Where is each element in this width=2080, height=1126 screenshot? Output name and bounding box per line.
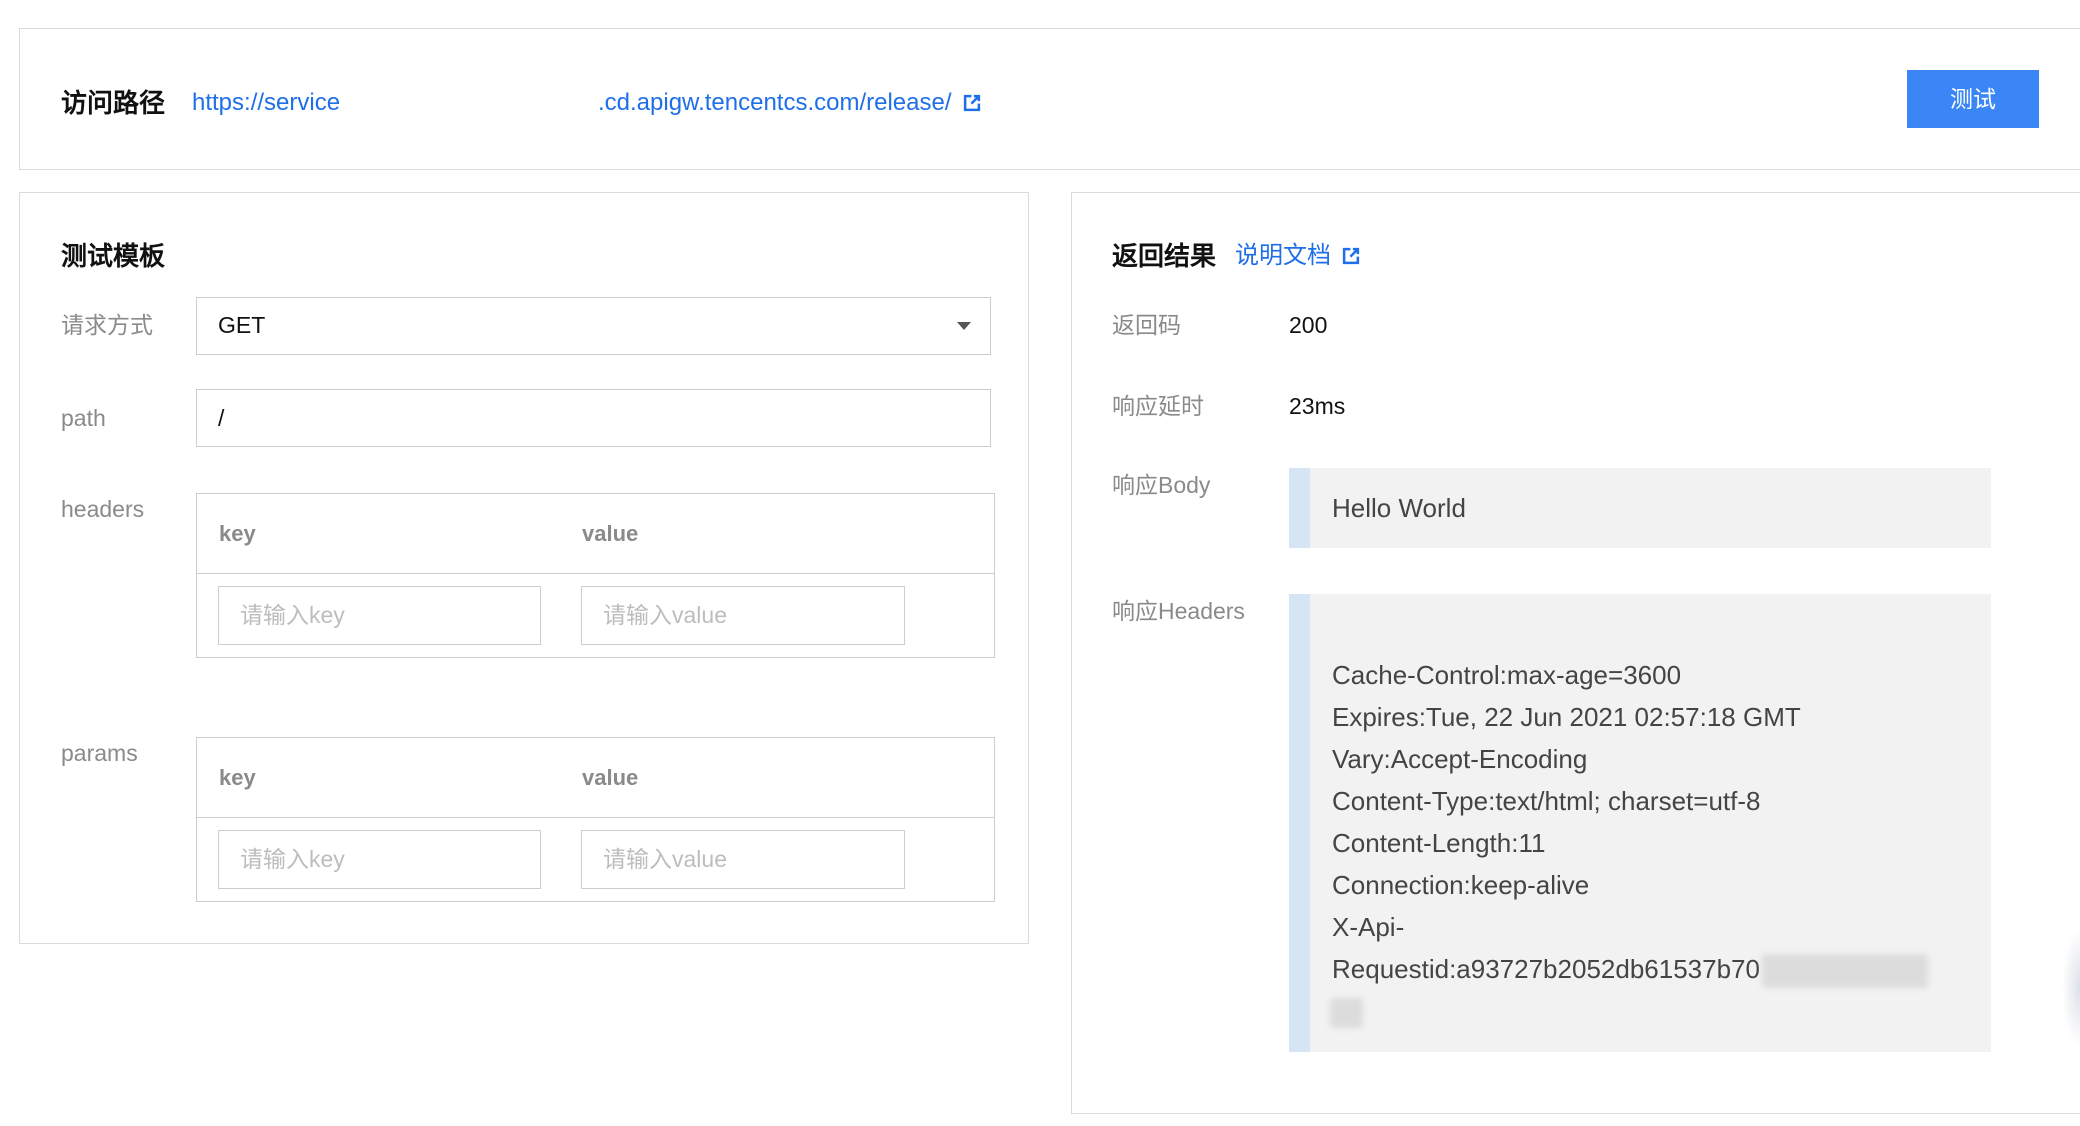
latency-label: 响应延时 (1112, 393, 1204, 419)
test-button[interactable]: 测试 (1907, 70, 2039, 128)
response-headers-box: Cache-Control:max-age=3600 Expires:Tue, … (1289, 594, 1991, 1052)
header-line: Content-Length:11 (1332, 828, 1546, 858)
redacted-blur (1761, 954, 1928, 989)
doc-link[interactable]: 说明文档 (1235, 239, 1331, 273)
redacted-blur (1330, 998, 1363, 1029)
method-label: 请求方式 (61, 312, 153, 338)
header-line-redacted (1330, 990, 1969, 1032)
status-code-label: 返回码 (1112, 312, 1181, 338)
params-value-input[interactable] (581, 830, 905, 889)
header-line: Vary:Accept-Encoding (1332, 744, 1588, 774)
headers-label: headers (61, 496, 145, 522)
external-link-icon[interactable] (962, 93, 982, 113)
headers-key-input[interactable] (218, 586, 541, 645)
headers-table-header: key value (197, 494, 994, 574)
header-line: Requestid:a93727b2052db61537b70 (1332, 954, 1760, 984)
header-line: X-Api- (1332, 912, 1405, 942)
test-template-title: 测试模板 (61, 241, 166, 271)
chevron-down-icon (956, 321, 972, 331)
headers-value-input[interactable] (581, 586, 905, 645)
header-line: Cache-Control:max-age=3600 (1332, 660, 1682, 690)
response-body-label: 响应Body (1112, 472, 1211, 498)
access-url-suffix-group: .cd.apigw.tencentcs.com/release/ (598, 86, 982, 120)
headers-table: key value (196, 493, 995, 658)
headers-value-column: value (582, 521, 639, 546)
response-body-text: Hello World (1332, 493, 1466, 523)
method-select-value: GET (218, 312, 266, 338)
status-code-value: 200 (1289, 312, 1328, 338)
path-input[interactable] (196, 389, 991, 447)
header-line: Expires:Tue, 22 Jun 2021 02:57:18 GMT (1332, 702, 1801, 732)
path-label: path (61, 405, 106, 431)
doc-link-group: 说明文档 (1235, 239, 1361, 273)
response-body-box: Hello World (1289, 468, 1991, 548)
params-table-header: key value (197, 738, 994, 818)
result-header: 返回结果 说明文档 (1112, 238, 1361, 274)
method-select[interactable]: GET (196, 297, 991, 355)
params-value-column: value (582, 765, 639, 790)
headers-key-column: key (219, 521, 256, 546)
access-url-suffix-link[interactable]: .cd.apigw.tencentcs.com/release/ (598, 86, 952, 120)
params-key-column: key (219, 765, 256, 790)
header-line-requestid: Requestid:a93727b2052db61537b70 (1332, 948, 1969, 990)
access-url-prefix-link[interactable]: https://service (192, 86, 340, 120)
params-table: key value (196, 737, 995, 902)
params-key-input[interactable] (218, 830, 541, 889)
response-headers-label: 响应Headers (1112, 598, 1245, 624)
latency-value: 23ms (1289, 393, 1346, 419)
header-line: Connection:keep-alive (1332, 870, 1590, 900)
floating-widget-edge (2062, 928, 2080, 1048)
access-path-label: 访问路径 (61, 88, 166, 118)
external-link-icon[interactable] (1341, 246, 1361, 266)
header-line: Content-Type:text/html; charset=utf-8 (1332, 786, 1761, 816)
result-title: 返回结果 (1112, 241, 1217, 271)
params-label: params (61, 740, 138, 766)
